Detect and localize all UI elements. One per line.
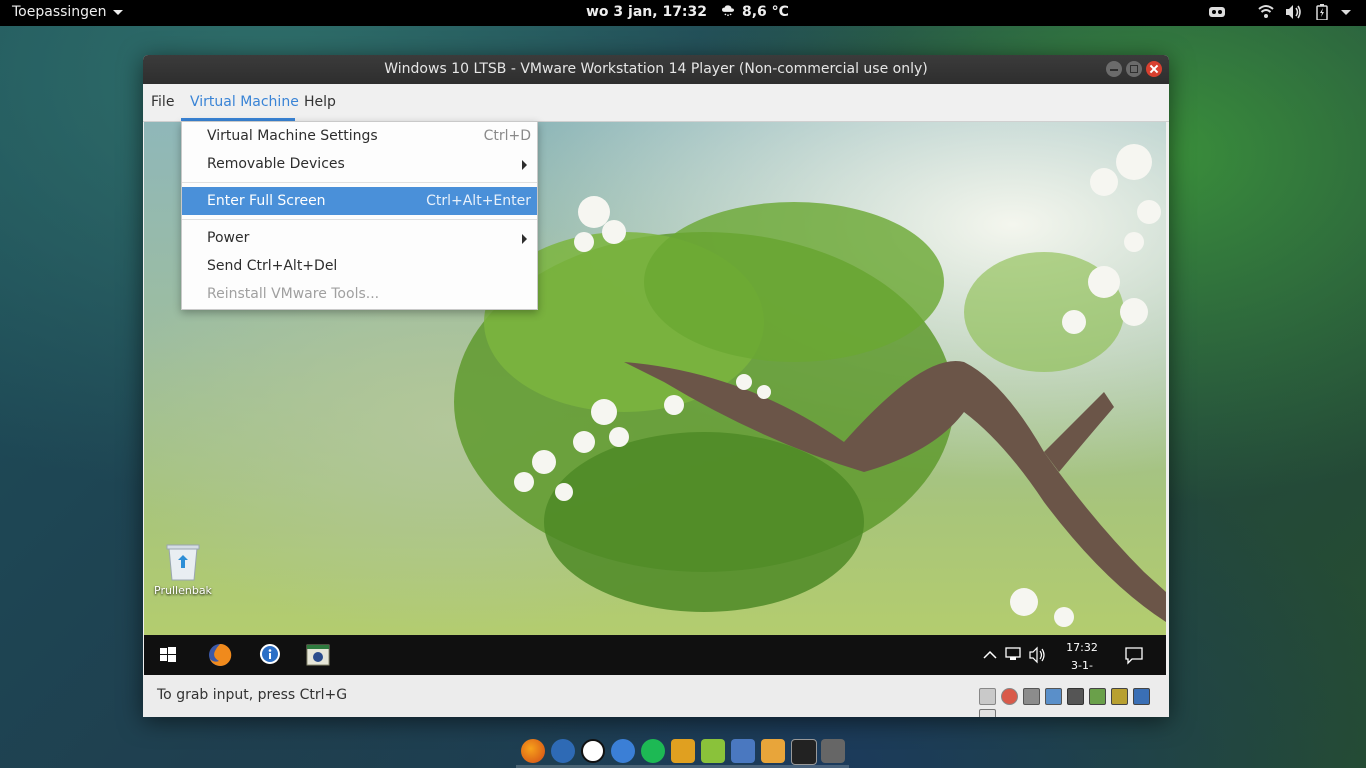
speaker-icon[interactable] <box>1028 645 1048 665</box>
volume-icon[interactable] <box>1285 4 1303 22</box>
applications-label: Toepassingen <box>12 4 107 20</box>
terminal-dock-icon[interactable] <box>791 739 817 765</box>
menu-bar: File Virtual Machine Help <box>143 84 1169 122</box>
applications-menu[interactable]: Toepassingen <box>12 4 123 20</box>
window-titlebar[interactable]: Windows 10 LTSB - VMware Workstation 14 … <box>143 55 1169 84</box>
windows-start-icon[interactable] <box>154 641 182 669</box>
hard-disk-icon[interactable] <box>979 688 996 705</box>
window-title: Windows 10 LTSB - VMware Workstation 14 … <box>384 61 928 77</box>
menu-separator <box>182 219 537 220</box>
spotify-dock-icon[interactable] <box>641 739 665 763</box>
wifi-icon[interactable] <box>1258 4 1274 22</box>
menu-help[interactable]: Help <box>304 94 336 110</box>
clock[interactable]: wo 3 jan, 17:32 <box>586 4 707 20</box>
files-dock-icon[interactable] <box>671 739 695 763</box>
device-icons <box>979 688 1169 717</box>
network-adapter-icon[interactable] <box>1045 688 1062 705</box>
desktop-icon-recycle-bin[interactable]: Prullenbak <box>154 540 212 597</box>
dock <box>516 735 849 768</box>
menu-item-shortcut: Ctrl+Alt+Enter <box>426 193 531 209</box>
info-icon[interactable] <box>256 641 284 669</box>
taskbar-date: 3-1-2018 <box>1071 659 1093 672</box>
chevron-down-icon <box>112 9 123 15</box>
firefox-dock-icon[interactable] <box>521 739 545 763</box>
media-app-icon[interactable] <box>304 641 332 669</box>
recycle-bin-icon <box>166 544 200 581</box>
message-log-icon[interactable] <box>979 709 996 717</box>
temperature: 8,6 °C <box>742 4 789 20</box>
top-bar: Toepassingen wo 3 jan, 17:32 8,6 °C <box>0 0 1366 26</box>
hardware-icon[interactable] <box>1208 4 1226 22</box>
menu-item-enter-full-screen[interactable]: Enter Full Screen Ctrl+Alt+Enter <box>182 187 537 215</box>
taskbar-time: 17:32 <box>1066 641 1098 654</box>
menu-item-reinstall-vmware-tools: Reinstall VMware Tools... <box>182 280 537 308</box>
taskbar-clock[interactable]: 17:32 3-1-2018 <box>1062 639 1102 675</box>
amazon-dock-icon[interactable] <box>581 739 605 763</box>
menu-item-vm-settings[interactable]: Virtual Machine Settings Ctrl+D <box>182 122 537 150</box>
menu-item-label: Virtual Machine Settings <box>207 128 378 144</box>
maximize-button[interactable] <box>1126 61 1142 77</box>
menu-item-send-ctrl-alt-del[interactable]: Send Ctrl+Alt+Del <box>182 252 537 280</box>
menu-file[interactable]: File <box>151 94 174 110</box>
desktop-icon-label: Prullenbak <box>154 584 212 597</box>
grab-input-hint: To grab input, press Ctrl+G <box>157 687 348 703</box>
power-menu-chevron-icon[interactable] <box>1340 4 1352 22</box>
firefox-icon[interactable] <box>206 641 234 669</box>
menu-item-shortcut: Ctrl+D <box>483 128 531 144</box>
printer-icon[interactable] <box>1111 688 1128 705</box>
weather-indicator[interactable]: 8,6 °C <box>720 4 789 20</box>
action-center-icon[interactable] <box>1124 645 1144 665</box>
menu-item-label: Enter Full Screen <box>207 193 326 209</box>
vmware-dock-icon[interactable] <box>821 739 845 763</box>
floppy-icon[interactable] <box>1023 688 1040 705</box>
thunderbird-dock-icon[interactable] <box>551 739 575 763</box>
virtual-machine-menu: Virtual Machine Settings Ctrl+D Removabl… <box>181 121 538 310</box>
cd-rom-icon[interactable] <box>1001 688 1018 705</box>
status-bar: To grab input, press Ctrl+G <box>143 675 1169 717</box>
cloud-snow-icon <box>722 5 734 17</box>
display-icon[interactable] <box>1133 688 1150 705</box>
chevron-right-icon <box>522 160 527 170</box>
chevron-right-icon <box>522 234 527 244</box>
qbittorrent-dock-icon[interactable] <box>611 739 635 763</box>
menu-item-removable-devices[interactable]: Removable Devices <box>182 150 537 178</box>
menu-separator <box>182 182 537 183</box>
battery-icon[interactable] <box>1315 4 1329 22</box>
menu-item-power[interactable]: Power <box>182 224 537 252</box>
sound-card-icon[interactable] <box>1089 688 1106 705</box>
menu-item-label: Send Ctrl+Alt+Del <box>207 258 338 274</box>
network-icon[interactable] <box>1004 645 1022 665</box>
menu-virtual-machine[interactable]: Virtual Machine <box>190 94 299 110</box>
close-button[interactable] <box>1146 61 1162 77</box>
settings-dock-icon[interactable] <box>761 739 785 763</box>
menu-item-label: Reinstall VMware Tools... <box>207 286 380 302</box>
documents-dock-icon[interactable] <box>731 739 755 763</box>
rss-dock-icon[interactable] <box>701 739 725 763</box>
chevron-up-icon[interactable] <box>982 645 998 665</box>
menu-item-label: Removable Devices <box>207 156 345 172</box>
menu-item-label: Power <box>207 230 250 246</box>
usb-device-icon[interactable] <box>1067 688 1084 705</box>
minimize-button[interactable] <box>1106 61 1122 77</box>
windows-taskbar: 17:32 3-1-2018 <box>144 635 1166 675</box>
